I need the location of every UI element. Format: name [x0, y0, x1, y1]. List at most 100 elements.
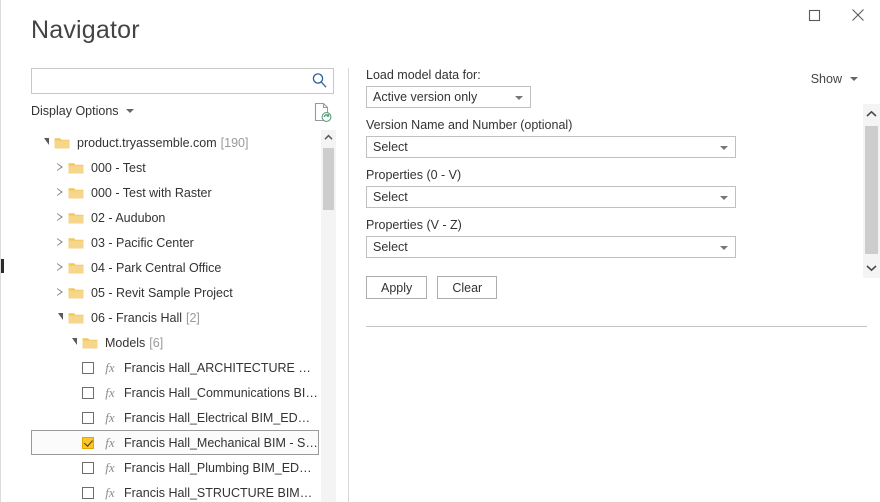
- tree-row[interactable]: fx Francis Hall_Plumbing BIM_EDDIE: [31, 455, 319, 480]
- function-fx-icon: fx: [105, 409, 115, 425]
- model-tree[interactable]: product.tryassemble.com [190] 000 - Test 00…: [31, 130, 334, 502]
- select-value: Select: [373, 190, 408, 204]
- model-checkbox[interactable]: [82, 461, 94, 474]
- model-checkbox[interactable]: [82, 436, 94, 449]
- triangle-glyph: [56, 238, 64, 247]
- model-checkbox[interactable]: [82, 361, 94, 374]
- field-label: Load model data for:: [366, 68, 481, 82]
- tree-scroll-up-button[interactable]: [321, 130, 336, 145]
- model-checkbox[interactable]: [82, 411, 94, 424]
- right-scroll-thumb[interactable]: [865, 126, 878, 254]
- field-label: Properties (V - Z): [366, 218, 462, 232]
- close-icon: [851, 8, 865, 22]
- function-fx-icon: fx: [105, 359, 115, 375]
- right-scroll-down-button[interactable]: [863, 258, 880, 278]
- chevron-down-icon: [720, 196, 728, 200]
- refresh-document-icon[interactable]: [313, 102, 332, 128]
- tree-row[interactable]: 05 - Revit Sample Project: [31, 280, 319, 305]
- tree-node-label: Francis Hall_ARCHITECTURE BIM_20...: [124, 360, 318, 375]
- display-options-dropdown[interactable]: Display Options: [31, 104, 134, 118]
- folder-icon: [54, 138, 70, 149]
- expand-arrow-closed-icon[interactable]: [52, 238, 68, 247]
- maximize-button[interactable]: [792, 0, 836, 30]
- window-edge-marker: [1, 259, 4, 273]
- right-pane: Load model data for: Active version only V…: [366, 68, 846, 299]
- tree-row[interactable]: fx Francis Hall_Mechanical BIM - SCHE...: [31, 430, 319, 455]
- tree-row[interactable]: 06 - Francis Hall [2]: [31, 305, 319, 330]
- chevron-down-icon: [515, 96, 523, 100]
- tree-node-count: [6]: [149, 335, 164, 350]
- right-scroll-up-button[interactable]: [863, 104, 880, 124]
- chevron-down-icon: [720, 246, 728, 250]
- clear-button[interactable]: Clear: [437, 276, 498, 299]
- tree-node-label: Francis Hall_STRUCTURE BIM_ EDDIE: [124, 485, 318, 500]
- select-dropdown[interactable]: Active version only: [366, 86, 531, 108]
- display-options-row: Display Options: [31, 102, 334, 128]
- tree-node-count: [190]: [220, 135, 249, 150]
- expand-arrow-closed-icon[interactable]: [52, 288, 68, 297]
- triangle-glyph: [71, 338, 77, 345]
- tree-node-label: Models: [105, 335, 146, 350]
- tree-row[interactable]: fx Francis Hall_Electrical BIM_EDDIE: [31, 405, 319, 430]
- select-dropdown[interactable]: Select: [366, 236, 736, 258]
- tree-row[interactable]: 000 - Test with Raster: [31, 180, 319, 205]
- tree-row[interactable]: 02 - Audubon: [31, 205, 319, 230]
- tree-node-label: Francis Hall_Plumbing BIM_EDDIE: [124, 460, 318, 475]
- expand-arrow-closed-icon[interactable]: [52, 213, 68, 222]
- chevron-down-icon: [720, 146, 728, 150]
- tree-row[interactable]: 000 - Test: [31, 155, 319, 180]
- tree-row[interactable]: fx Francis Hall_STRUCTURE BIM_ EDDIE: [31, 480, 319, 502]
- triangle-glyph: [43, 138, 49, 145]
- tree-scrollbar[interactable]: [321, 130, 336, 502]
- select-value: Active version only: [373, 90, 478, 104]
- select-dropdown[interactable]: Select: [366, 136, 736, 158]
- tree-node-label: product.tryassemble.com: [77, 135, 217, 150]
- triangle-glyph: [56, 163, 64, 172]
- function-fx-icon: fx: [105, 484, 115, 500]
- page-title: Navigator: [31, 16, 140, 44]
- tree-row[interactable]: product.tryassemble.com [190]: [31, 130, 319, 155]
- tree-row[interactable]: Models [6]: [31, 330, 319, 355]
- expand-arrow-open-icon[interactable]: [52, 313, 68, 321]
- tree-node-label: 000 - Test with Raster: [91, 185, 212, 200]
- close-button[interactable]: [836, 0, 880, 30]
- model-checkbox[interactable]: [82, 386, 94, 399]
- expand-arrow-open-icon[interactable]: [38, 138, 54, 146]
- tree-scroll-thumb[interactable]: [323, 148, 334, 210]
- display-options-label: Display Options: [31, 104, 119, 118]
- right-panel-scrollbar[interactable]: [863, 104, 880, 278]
- tree-node-label: 000 - Test: [91, 160, 146, 175]
- search-box[interactable]: [31, 68, 334, 94]
- window-controls: [792, 0, 880, 30]
- search-input[interactable]: [32, 69, 310, 93]
- folder-icon: [68, 238, 84, 249]
- tree-row[interactable]: fx Francis Hall_ARCHITECTURE BIM_20...: [31, 355, 319, 380]
- triangle-glyph: [56, 288, 64, 297]
- model-checkbox[interactable]: [82, 486, 94, 499]
- select-value: Select: [373, 140, 408, 154]
- expand-arrow-closed-icon[interactable]: [52, 163, 68, 172]
- triangle-glyph: [57, 313, 63, 320]
- select-dropdown[interactable]: Select: [366, 186, 736, 208]
- left-pane: Display Options product.tryassemble.com[…: [31, 68, 336, 502]
- expand-arrow-closed-icon[interactable]: [52, 263, 68, 272]
- tree-node-count: [2]: [186, 310, 200, 325]
- tree-node-label: 04 - Park Central Office: [91, 260, 222, 275]
- expand-arrow-closed-icon[interactable]: [52, 188, 68, 197]
- function-fx-icon: fx: [105, 434, 115, 450]
- search-icon[interactable]: [311, 72, 328, 94]
- pane-divider: [348, 68, 349, 502]
- tree-row[interactable]: 04 - Park Central Office: [31, 255, 319, 280]
- navigator-dialog: Navigator Display Options product.tryass…: [0, 0, 880, 502]
- apply-button[interactable]: Apply: [366, 276, 428, 299]
- function-fx-icon: fx: [105, 459, 115, 475]
- field-label: Properties (0 - V): [366, 168, 462, 182]
- triangle-glyph: [56, 188, 64, 197]
- tree-row[interactable]: fx Francis Hall_Communications BIM_E...: [31, 380, 319, 405]
- folder-icon: [68, 163, 84, 174]
- expand-arrow-open-icon[interactable]: [66, 338, 82, 346]
- tree-row[interactable]: 03 - Pacific Center: [31, 230, 319, 255]
- folder-icon: [68, 288, 84, 299]
- field-label: Version Name and Number (optional): [366, 118, 573, 132]
- section-divider: [366, 326, 867, 327]
